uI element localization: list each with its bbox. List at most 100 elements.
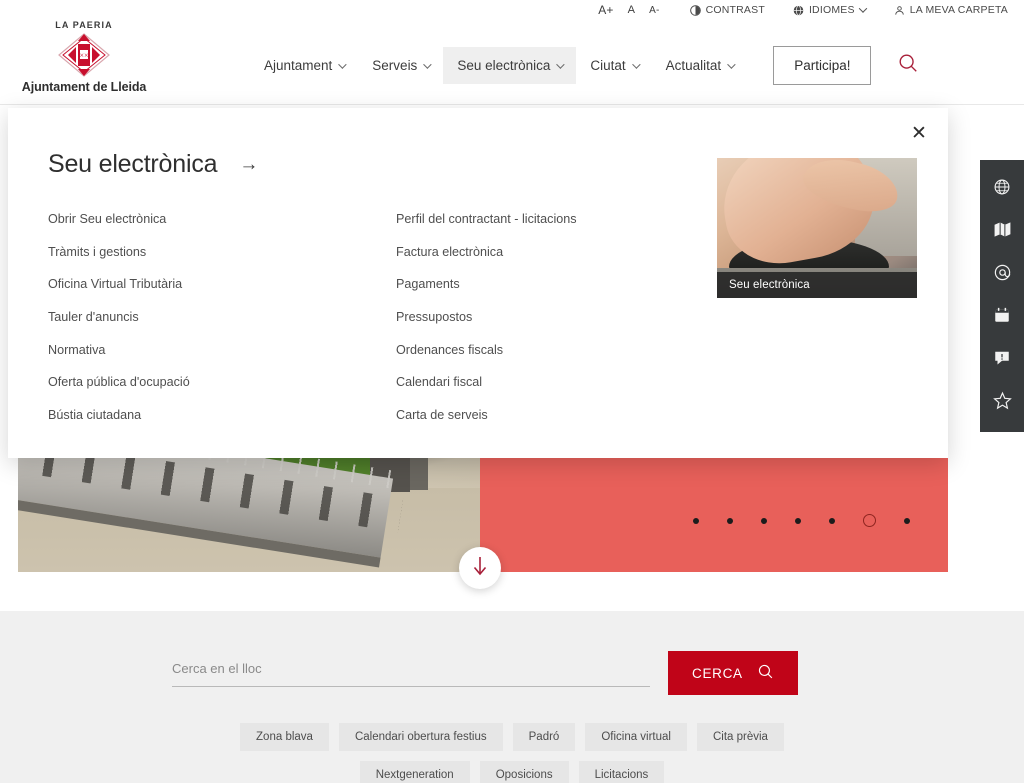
mega-menu-columns: Obrir Seu electrònica Tràmits i gestions… (48, 203, 744, 432)
user-icon (894, 5, 905, 16)
site-logo[interactable]: LA PAERIA ×× Ajuntament de Lleida (18, 20, 150, 94)
rail-item-favorites[interactable] (990, 391, 1014, 415)
tag-chip[interactable]: Zona blava (240, 723, 329, 751)
participate-button[interactable]: Participa! (773, 46, 872, 85)
menu-link[interactable]: Factura electrònica (396, 236, 744, 269)
carousel-dot[interactable] (795, 517, 801, 524)
main-navigation: Ajuntament Serveis Seu electrònica Ciuta… (250, 46, 919, 85)
search-icon (897, 52, 919, 79)
nav-item-seu-electronica[interactable]: Seu electrònica (443, 47, 577, 84)
nav-label: Serveis (372, 58, 418, 73)
chevron-down-icon (727, 59, 736, 69)
contrast-icon (689, 4, 701, 16)
menu-link[interactable]: Oferta pública d'ocupació (48, 366, 396, 399)
promo-card-caption: Seu electrònica (717, 272, 917, 298)
nav-label: Ciutat (590, 58, 626, 73)
menu-link[interactable]: Tauler d'anuncis (48, 301, 396, 334)
logo-top-text: LA PAERIA (55, 20, 113, 30)
carousel-dot-active[interactable] (863, 514, 876, 527)
mega-menu-title-row[interactable]: Seu electrònica → (48, 150, 258, 179)
font-size-controls: A+ A A- (598, 3, 659, 17)
search-field-wrap (172, 660, 650, 687)
nav-item-ciutat[interactable]: Ciutat (576, 47, 651, 84)
font-larger-button[interactable]: A+ (598, 3, 613, 17)
star-icon (992, 391, 1012, 415)
menu-link[interactable]: Bústia ciutadana (48, 399, 396, 432)
search-button-label: CERCA (692, 665, 743, 681)
menu-link[interactable]: Normativa (48, 334, 396, 367)
nav-label: Ajuntament (264, 58, 333, 73)
tag-chip[interactable]: Nextgeneration (359, 761, 470, 783)
mega-menu-title: Seu electrònica (48, 150, 218, 178)
arrow-right-icon: → (239, 153, 259, 175)
nav-label: Seu electrònica (457, 58, 551, 73)
menu-link[interactable]: Pagaments (396, 268, 744, 301)
carousel-dot[interactable] (761, 517, 767, 524)
tag-row-1: Zona blava Calendari obertura festius Pa… (0, 723, 1024, 751)
rail-item-chat[interactable] (990, 348, 1014, 372)
nav-item-actualitat[interactable]: Actualitat (652, 47, 748, 84)
carousel-dot[interactable] (727, 517, 733, 524)
close-icon[interactable]: ✕ (904, 118, 934, 148)
globe-icon (993, 178, 1011, 201)
logo-bottom-text: Ajuntament de Lleida (21, 80, 147, 94)
rail-item-map[interactable] (990, 220, 1014, 244)
language-selector[interactable]: IDIOMES (793, 4, 867, 16)
language-label: IDIOMES (808, 4, 855, 16)
nav-item-ajuntament[interactable]: Ajuntament (250, 47, 358, 84)
mega-menu-promo-card[interactable]: Seu electrònica (717, 158, 917, 298)
search-submit-button[interactable]: CERCA (668, 651, 798, 695)
chat-icon (993, 348, 1011, 371)
mega-menu-panel: ✕ Seu electrònica → Obrir Seu electrònic… (8, 108, 948, 458)
nav-label: Actualitat (665, 58, 722, 73)
utility-bar: A+ A A- CONTRAST IDIOMES LA MEVA CARPETA (0, 0, 1024, 20)
tag-chip[interactable]: Cita prèvia (696, 723, 784, 751)
site-search-section: CERCA Zona blava Calendari obertura fest… (0, 611, 1024, 783)
tag-chip[interactable]: Padró (512, 723, 576, 751)
font-smaller-button[interactable]: A- (649, 5, 659, 16)
tag-chip[interactable]: Licitacions (578, 761, 665, 783)
menu-link[interactable]: Calendari fiscal (396, 366, 744, 399)
rail-item-calendar[interactable] (990, 305, 1014, 329)
tag-chip[interactable]: Oficina virtual (585, 723, 687, 751)
menu-link[interactable]: Perfil del contractant - licitacions (396, 203, 744, 236)
contrast-label: CONTRAST (705, 4, 765, 16)
carousel-dot[interactable] (829, 517, 835, 524)
menu-link[interactable]: Oficina Virtual Tributària (48, 268, 396, 301)
nav-item-serveis[interactable]: Serveis (358, 47, 443, 84)
chevron-down-icon (631, 59, 641, 69)
header-search-button[interactable] (897, 52, 919, 79)
chevron-down-icon (556, 59, 566, 69)
side-icon-rail (980, 160, 1024, 432)
my-folder-link[interactable]: LA MEVA CARPETA (894, 4, 1008, 16)
tag-chip[interactable]: Oposicions (479, 761, 569, 783)
svg-text:××: ×× (79, 51, 88, 60)
scroll-down-button[interactable] (459, 547, 501, 589)
contrast-toggle[interactable]: CONTRAST (689, 4, 765, 16)
search-icon (757, 663, 774, 683)
menu-link[interactable]: Tràmits i gestions (48, 236, 396, 269)
rail-item-email[interactable] (990, 263, 1014, 287)
search-row: CERCA (172, 651, 798, 695)
menu-link[interactable]: Ordenances fiscals (396, 334, 744, 367)
page-root: A+ A A- CONTRAST IDIOMES LA MEVA CARPETA (0, 0, 1024, 783)
map-icon (993, 220, 1012, 244)
chevron-down-icon (423, 59, 432, 69)
mega-menu-column-right: Perfil del contractant - licitacions Fac… (396, 203, 744, 432)
menu-link[interactable]: Carta de serveis (396, 399, 744, 432)
my-folder-label: LA MEVA CARPETA (909, 4, 1008, 16)
site-header: LA PAERIA ×× Ajuntament de Lleida Ajunta… (0, 20, 1024, 105)
carousel-dots (693, 514, 910, 527)
tag-chip[interactable]: Calendari obertura festius (338, 723, 503, 751)
arrow-down-icon (471, 555, 489, 582)
menu-link[interactable]: Obrir Seu electrònica (48, 203, 396, 236)
menu-link[interactable]: Pressupostos (396, 301, 744, 334)
quick-links-tags: Zona blava Calendari obertura festius Pa… (0, 723, 1024, 783)
search-input[interactable] (172, 660, 650, 676)
rail-item-globe[interactable] (990, 177, 1014, 201)
carousel-dot[interactable] (693, 517, 699, 524)
chevron-down-icon (338, 59, 347, 69)
font-normal-button[interactable]: A (628, 4, 636, 16)
carousel-dot[interactable] (904, 517, 910, 524)
mega-menu-column-left: Obrir Seu electrònica Tràmits i gestions… (48, 203, 396, 432)
